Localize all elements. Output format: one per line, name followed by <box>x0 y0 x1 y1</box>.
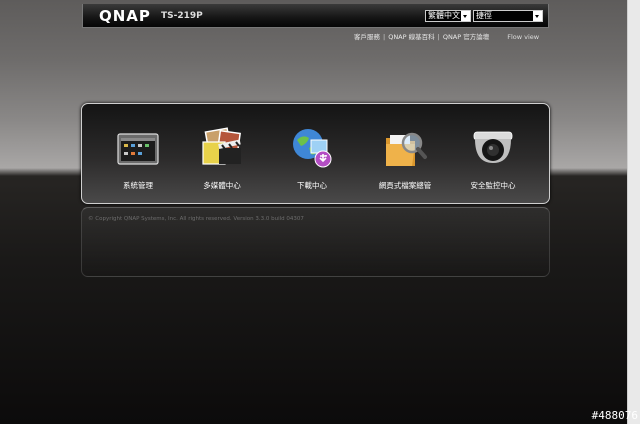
system-admin-icon <box>115 126 161 170</box>
tile-label: 安全監控中心 <box>470 181 516 190</box>
link-customer-service[interactable]: 客戶服務 <box>354 33 380 41</box>
flow-view-link[interactable]: Flow view <box>507 33 539 41</box>
shortcut-select[interactable]: 捷徑 <box>473 10 543 22</box>
download-center-icon <box>289 126 335 170</box>
app-launcher-panel: 系統管理 多媒體中心 下載中心 網頁式檔案總管 安全監控中心 <box>81 103 550 204</box>
link-separator: | <box>383 33 386 41</box>
language-select-value: 繁體中文 <box>428 11 460 20</box>
shortcut-select-value: 捷徑 <box>476 11 492 20</box>
tile-label: 下載中心 <box>297 181 327 190</box>
language-select[interactable]: 繁體中文 <box>425 10 471 22</box>
link-wiki[interactable]: QNAP 線基百科 <box>388 33 434 41</box>
tile-surveillance[interactable]: 安全監控中心 <box>455 126 531 191</box>
chevron-down-icon <box>533 11 542 21</box>
tile-multimedia[interactable]: 多媒體中心 <box>184 126 260 191</box>
tile-web-file-manager[interactable]: 網頁式檔案總管 <box>367 126 443 191</box>
top-header: QNAP TS-219P 繁體中文 捷徑 <box>82 4 549 28</box>
link-forum[interactable]: QNAP 官方論壇 <box>443 33 489 41</box>
multimedia-icon <box>199 126 245 170</box>
tile-download-center[interactable]: 下載中心 <box>274 126 350 191</box>
image-watermark: #488076 <box>591 409 638 422</box>
web-file-manager-icon <box>382 126 428 170</box>
qnap-logo: QNAP <box>99 7 151 25</box>
model-name: TS-219P <box>161 11 203 21</box>
surveillance-camera-icon <box>470 126 516 170</box>
copyright-text: © Copyright QNAP Systems, Inc. All right… <box>88 216 304 222</box>
scrollbar-strip[interactable] <box>627 0 640 424</box>
chevron-down-icon <box>461 11 470 21</box>
tile-system-admin[interactable]: 系統管理 <box>100 126 176 191</box>
link-separator: | <box>437 33 440 41</box>
tile-label: 網頁式檔案總管 <box>378 181 432 190</box>
tile-label: 系統管理 <box>123 181 153 190</box>
top-links: 客戶服務 | QNAP 線基百科 | QNAP 官方論壇 Flow view <box>354 31 539 41</box>
tile-label: 多媒體中心 <box>203 181 241 190</box>
